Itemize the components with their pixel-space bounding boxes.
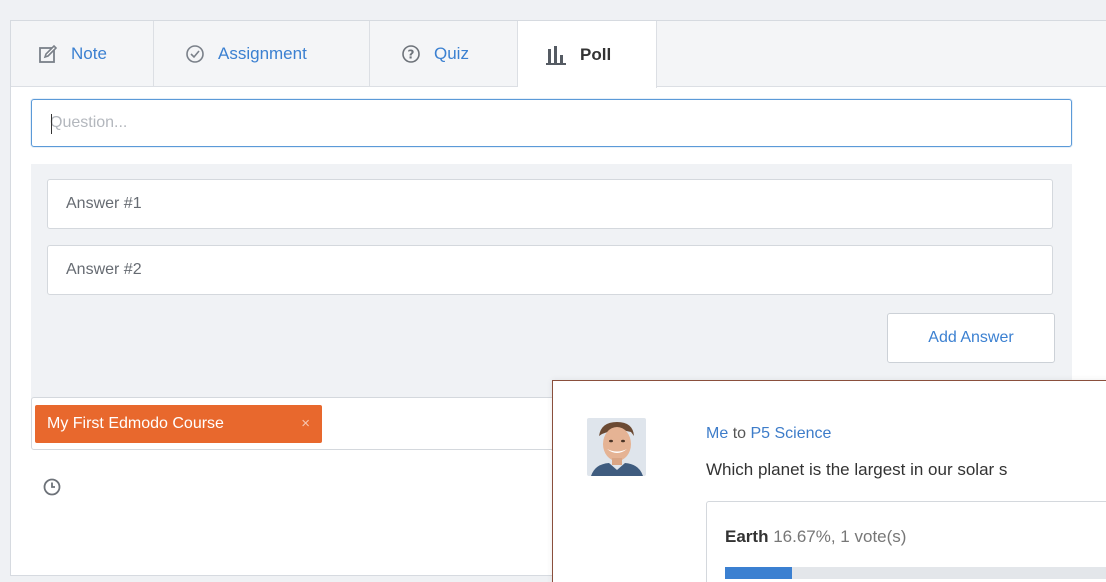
- clock-icon[interactable]: [42, 477, 62, 497]
- tab-quiz[interactable]: ? Quiz: [370, 21, 518, 87]
- answer-2-placeholder: Answer #2: [66, 261, 142, 278]
- post-question: Which planet is the largest in our solar…: [706, 460, 1008, 479]
- tab-note-label: Note: [71, 44, 107, 63]
- post-header: Me to P5 Science: [706, 425, 831, 443]
- result-bar: [725, 567, 1106, 579]
- bar-chart-icon: [546, 44, 568, 66]
- tab-assignment[interactable]: Assignment: [154, 21, 370, 87]
- answer-1-field[interactable]: Answer #1: [47, 179, 1053, 229]
- poll-result: Earth 16.67%, 1 vote(s): [706, 501, 1106, 582]
- post-to-text: to: [732, 425, 747, 442]
- post-group-link[interactable]: P5 Science: [750, 425, 831, 442]
- result-label: Earth 16.67%, 1 vote(s): [725, 527, 906, 547]
- recipient-chip[interactable]: My First Edmodo Course ×: [35, 405, 322, 443]
- recipient-chip-label: My First Edmodo Course: [47, 415, 224, 432]
- poll-post-card: Me to P5 Science Which planet is the lar…: [552, 380, 1106, 582]
- check-circle-icon: [184, 43, 206, 65]
- tab-poll[interactable]: Poll: [518, 21, 657, 88]
- answer-2-field[interactable]: Answer #2: [47, 245, 1053, 295]
- post-author-link[interactable]: Me: [706, 425, 728, 442]
- result-option: Earth: [725, 527, 769, 546]
- remove-chip-icon[interactable]: ×: [301, 415, 310, 432]
- answers-section: Answer #1 Answer #2 Add Answer: [31, 164, 1072, 409]
- result-stats: 16.67%, 1 vote(s): [773, 527, 907, 546]
- text-caret: [51, 114, 52, 134]
- question-placeholder: Question...: [50, 114, 128, 131]
- result-bar-fill: [725, 567, 792, 579]
- svg-text:?: ?: [408, 48, 415, 62]
- tab-poll-label: Poll: [580, 44, 612, 64]
- question-circle-icon: ?: [400, 43, 422, 65]
- question-input[interactable]: Question...: [31, 99, 1072, 147]
- avatar: [587, 418, 646, 476]
- add-answer-button[interactable]: Add Answer: [887, 313, 1055, 363]
- tab-quiz-label: Quiz: [434, 44, 469, 63]
- note-edit-icon: [37, 43, 59, 65]
- answer-1-placeholder: Answer #1: [66, 195, 142, 212]
- tab-note[interactable]: Note: [11, 21, 154, 87]
- tab-assignment-label: Assignment: [218, 44, 307, 63]
- composer-tabs: Note Assignment ? Quiz Poll: [11, 21, 1106, 88]
